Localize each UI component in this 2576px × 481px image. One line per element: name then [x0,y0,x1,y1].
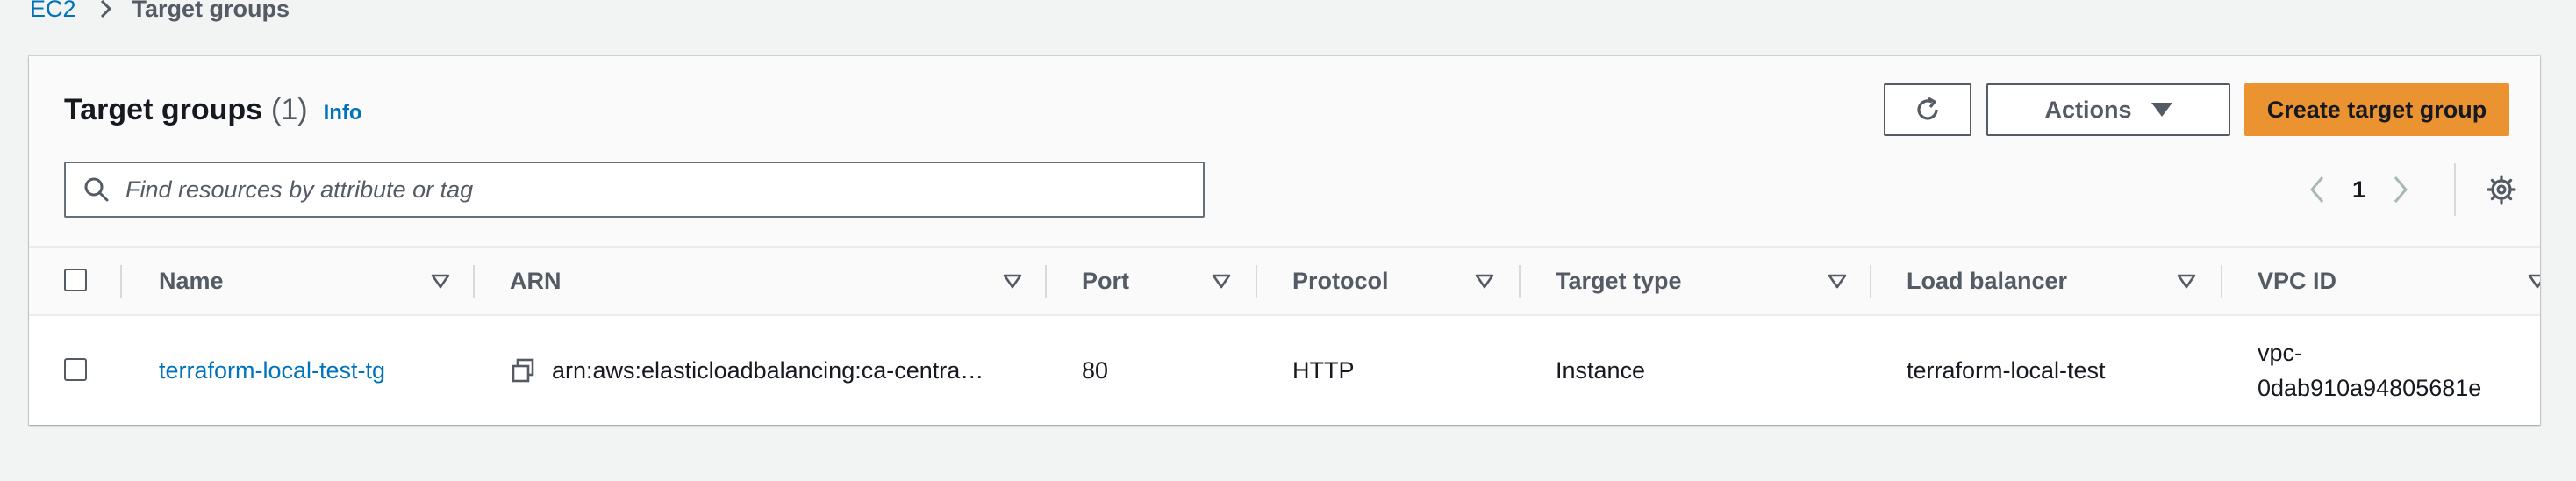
refresh-button[interactable] [1884,83,1971,136]
column-divider [1519,265,1521,298]
pagination: 1 [2301,170,2416,209]
column-header-protocol[interactable]: Protocol [1292,248,1389,314]
protocol-cell: HTTP [1292,356,1355,384]
info-link[interactable]: Info [324,101,362,126]
title-count: (1) [271,93,308,126]
pager-divider [2454,163,2456,216]
column-divider [1256,265,1257,298]
page-number[interactable]: 1 [2352,176,2365,204]
target-groups-panel: Target groups (1) Info Actions Create ta… [29,56,2540,425]
sort-caret-icon[interactable] [2528,274,2540,290]
chevron-right-icon[interactable] [2385,172,2416,207]
caret-down-icon [2150,103,2172,117]
target-group-name-link[interactable]: terraform-local-test-tg [159,316,385,425]
column-header-vpc-id[interactable]: VPC ID [2258,248,2336,314]
column-divider [1870,265,1871,298]
column-header-arn[interactable]: ARN [510,248,562,314]
column-header-name[interactable]: Name [159,248,224,314]
sort-caret-icon[interactable] [2177,274,2196,290]
column-header-port[interactable]: Port [1082,248,1129,314]
column-divider [1045,265,1047,298]
column-header-load-balancer[interactable]: Load balancer [1907,248,2067,314]
title-text: Target groups [64,93,263,126]
search-input[interactable] [124,175,1203,205]
port-cell: 80 [1082,356,1109,384]
chevron-left-icon[interactable] [2301,172,2333,207]
refresh-icon [1917,97,1938,120]
sort-caret-icon[interactable] [431,274,450,290]
vpc-id-line-2: 0dab910a94805681e [2258,375,2482,401]
search-icon [83,176,110,203]
vpc-id-line-1: vpc- [2258,340,2303,366]
copy-icon[interactable] [510,357,536,384]
column-divider [473,265,475,298]
target-groups-table: Name ARN Port Protocol Target type Load … [29,246,2540,425]
vpc-id-cell: vpc- 0dab910a94805681e [2258,316,2481,425]
sort-caret-icon[interactable] [1475,274,1494,290]
sort-caret-icon[interactable] [1003,274,1022,290]
arn-text: arn:aws:elasticloadbalancing:ca-centra… [552,356,984,384]
chevron-right-icon [97,0,115,18]
target-type-cell: Instance [1556,356,1646,384]
arn-cell: arn:aws:elasticloadbalancing:ca-centra… [510,316,984,425]
panel-header: Target groups (1) Info Actions Create ta… [29,56,2540,246]
breadcrumb-current: Target groups [132,0,290,22]
table-header: Name ARN Port Protocol Target type Load … [29,246,2540,316]
settings-gear-icon[interactable] [2482,170,2521,209]
breadcrumb: EC2 Target groups [30,0,290,25]
sort-caret-icon[interactable] [1212,274,1231,290]
create-target-group-button[interactable]: Create target group [2244,83,2509,136]
column-divider [2221,265,2222,298]
column-header-target-type[interactable]: Target type [1556,248,1682,314]
sort-caret-icon[interactable] [1828,274,1847,290]
select-all-checkbox[interactable] [64,269,87,291]
actions-dropdown-button[interactable]: Actions [1986,83,2230,136]
column-divider [120,265,122,298]
page-title: Target groups (1) Info [64,93,362,127]
search-field[interactable] [64,162,1205,218]
breadcrumb-ec2-link[interactable]: EC2 [30,0,76,23]
table-row[interactable]: terraform-local-test-tg arn:aws:elasticl… [29,316,2540,425]
row-checkbox[interactable] [64,358,87,381]
load-balancer-cell: terraform-local-test [1907,356,2106,384]
actions-label: Actions [2044,96,2132,123]
